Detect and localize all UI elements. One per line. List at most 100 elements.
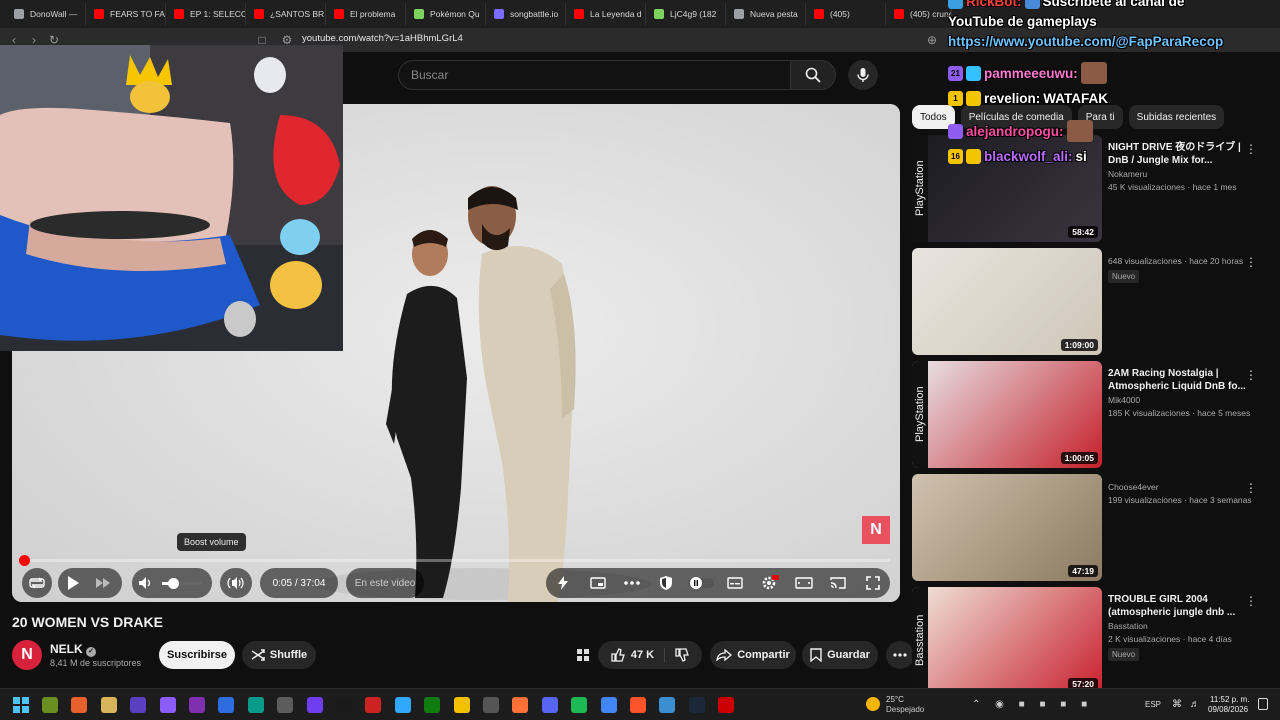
zoom-icon[interactable]: ⊕	[922, 30, 942, 50]
dislike-button[interactable]	[665, 648, 690, 662]
taskbar-app-icon[interactable]	[688, 697, 705, 713]
cast-button[interactable]	[823, 568, 853, 598]
recommendation-channel[interactable]: Mik4000	[1108, 395, 1140, 405]
save-button[interactable]: Guardar	[802, 641, 878, 669]
taskbar-app-icon[interactable]	[600, 697, 617, 713]
settings-button[interactable]	[755, 568, 785, 598]
browser-tab[interactable]: songbattle.io	[486, 3, 566, 25]
browser-tab[interactable]: ¿SANTOS BR	[246, 3, 326, 25]
recommendation-thumbnail[interactable]: Basstation 57:20	[912, 587, 1102, 694]
kebab-menu-icon[interactable]: ⋮	[1245, 254, 1257, 270]
taskbar-app-icon[interactable]	[424, 697, 441, 713]
recommendation-item[interactable]: Basstation 57:20 ⋮ TROUBLE GIRL 2004 (atmos…	[912, 587, 1272, 695]
taskbar-app-icon[interactable]	[394, 697, 411, 713]
browser-tab[interactable]: DonoWall —	[6, 3, 86, 25]
theater-mode-button[interactable]	[789, 568, 819, 598]
volume-knob[interactable]	[168, 577, 179, 589]
search-input[interactable]: Buscar	[398, 60, 791, 90]
subtitles-button[interactable]	[720, 568, 750, 598]
grid-icon[interactable]	[577, 649, 589, 661]
taskbar-app-icon[interactable]	[630, 697, 646, 713]
recommendation-thumbnail[interactable]: PlayStation 1:00:05	[912, 361, 1102, 468]
boost-volume-button[interactable]	[220, 568, 252, 598]
recommendation-thumbnail[interactable]: 1:09:00	[912, 248, 1102, 355]
clock-time[interactable]: 11:52 p. m.	[1210, 695, 1249, 704]
volume-slider[interactable]	[162, 577, 202, 589]
play-button[interactable]	[58, 568, 88, 598]
kebab-menu-icon[interactable]: ⋮	[1245, 480, 1257, 496]
more-controls-button[interactable]	[617, 568, 647, 598]
next-button[interactable]	[88, 568, 118, 598]
taskbar-app-icon[interactable]	[189, 697, 205, 713]
volume-control[interactable]	[132, 568, 212, 598]
taskbar-app-icon[interactable]	[100, 697, 117, 713]
browser-tab[interactable]: FEARS TO FA	[86, 3, 166, 25]
channel-name[interactable]: NELK ✓	[50, 642, 97, 657]
taskbar-app-icon[interactable]	[130, 697, 147, 713]
taskbar-app-icon[interactable]	[159, 697, 176, 713]
taskbar-app-icon[interactable]	[218, 697, 235, 713]
taskbar-app-icon[interactable]	[541, 697, 558, 713]
taskbar-app-icon[interactable]	[512, 697, 529, 713]
autoplay-toggle[interactable]	[686, 568, 716, 598]
recommendation-title[interactable]: TROUBLE GIRL 2004 (atmospheric jungle dn…	[1108, 593, 1248, 619]
recommendation-thumbnail[interactable]: 47:19	[912, 474, 1102, 581]
progress-scrubber[interactable]	[18, 555, 30, 566]
subscribe-button[interactable]: Suscribirse	[159, 641, 235, 669]
speaker-icon[interactable]: ♬	[1190, 699, 1200, 710]
chapter-button[interactable]: En este video	[346, 568, 424, 598]
shuffle-button[interactable]: Shuffle	[242, 641, 316, 669]
fullscreen-button[interactable]	[858, 568, 888, 598]
browser-tab[interactable]: LjC4g9 (182	[646, 3, 726, 25]
progress-bar[interactable]	[18, 555, 890, 566]
recommendation-item[interactable]: 47:19 ⋮ Choose4ever 199 visualizaciones · h…	[912, 474, 1272, 582]
clock-date[interactable]: 09/08/2026	[1208, 705, 1248, 714]
recommendation-channel[interactable]: Basstation	[1108, 621, 1148, 631]
tray-icons[interactable]: ⌃ ◉ ■ ■ ■ ■	[972, 699, 1093, 710]
taskbar-app-icon[interactable]	[483, 697, 499, 713]
browser-tab[interactable]: Pokémon Qu	[406, 3, 486, 25]
share-button[interactable]: Compartir	[710, 641, 796, 669]
taskbar-app-icon[interactable]	[453, 697, 470, 713]
url-field[interactable]: youtube.com/watch?v=1aHBhmLGrL4	[302, 33, 463, 44]
like-button[interactable]: 47 K	[611, 648, 666, 662]
taskbar-app-icon[interactable]	[277, 697, 294, 713]
browser-tab[interactable]: La Leyenda d	[566, 3, 646, 25]
browser-tab[interactable]: El problema	[326, 3, 406, 25]
recommendation-item[interactable]: 1:09:00 ⋮ 648 visualizaciones · hace 20 ho…	[912, 248, 1272, 356]
thumbnail-brand-strip: PlayStation	[912, 135, 928, 242]
more-actions-button[interactable]	[886, 641, 914, 669]
taskbar-app-icon[interactable]	[71, 697, 88, 713]
adblock-button[interactable]	[651, 568, 681, 598]
language-indicator[interactable]: ESP	[1145, 700, 1161, 709]
channel-watermark[interactable]: N	[862, 516, 890, 544]
browser-tab[interactable]: (405) crunch	[886, 3, 952, 25]
taskbar-app-icon[interactable]	[247, 697, 264, 713]
recommendation-title[interactable]: 2AM Racing Nostalgia | Atmospheric Liqui…	[1108, 367, 1248, 393]
taskbar-app-icon[interactable]	[365, 697, 382, 713]
taskbar-app-icon[interactable]	[42, 697, 58, 713]
browser-tab[interactable]: (405)	[806, 3, 886, 25]
network-icon[interactable]: ⌘	[1172, 699, 1182, 710]
taskbar-app-icon[interactable]	[571, 697, 588, 713]
ambient-button[interactable]	[548, 568, 578, 598]
taskbar-app-icon[interactable]	[659, 697, 676, 713]
miniplayer-button[interactable]	[583, 568, 613, 598]
boost-volume-icon	[227, 577, 244, 589]
taskbar-app-icon[interactable]	[336, 697, 352, 713]
video-duration: 58:42	[1068, 226, 1098, 238]
browser-tab[interactable]: EP 1: SELECCI	[166, 3, 246, 25]
weather-icon[interactable]	[866, 697, 880, 711]
search-button[interactable]	[790, 60, 836, 90]
chat-link[interactable]: https://www.youtube.com/@FapParaRecop	[948, 34, 1223, 49]
channel-avatar[interactable]: N	[12, 640, 42, 670]
taskbar-app-icon[interactable]	[718, 697, 735, 713]
voice-search-button[interactable]	[848, 60, 878, 90]
start-icon[interactable]	[13, 697, 29, 713]
taskbar-app-icon[interactable]	[306, 697, 323, 713]
browser-tab[interactable]: Nueva pesta	[726, 3, 806, 25]
recommendation-item[interactable]: PlayStation 1:00:05 ⋮ 2AM Racing Nostalgia …	[912, 361, 1272, 469]
loop-button[interactable]	[22, 568, 52, 598]
recommendation-channel[interactable]: Choose4ever	[1108, 482, 1159, 492]
notification-icon[interactable]	[1258, 698, 1268, 710]
